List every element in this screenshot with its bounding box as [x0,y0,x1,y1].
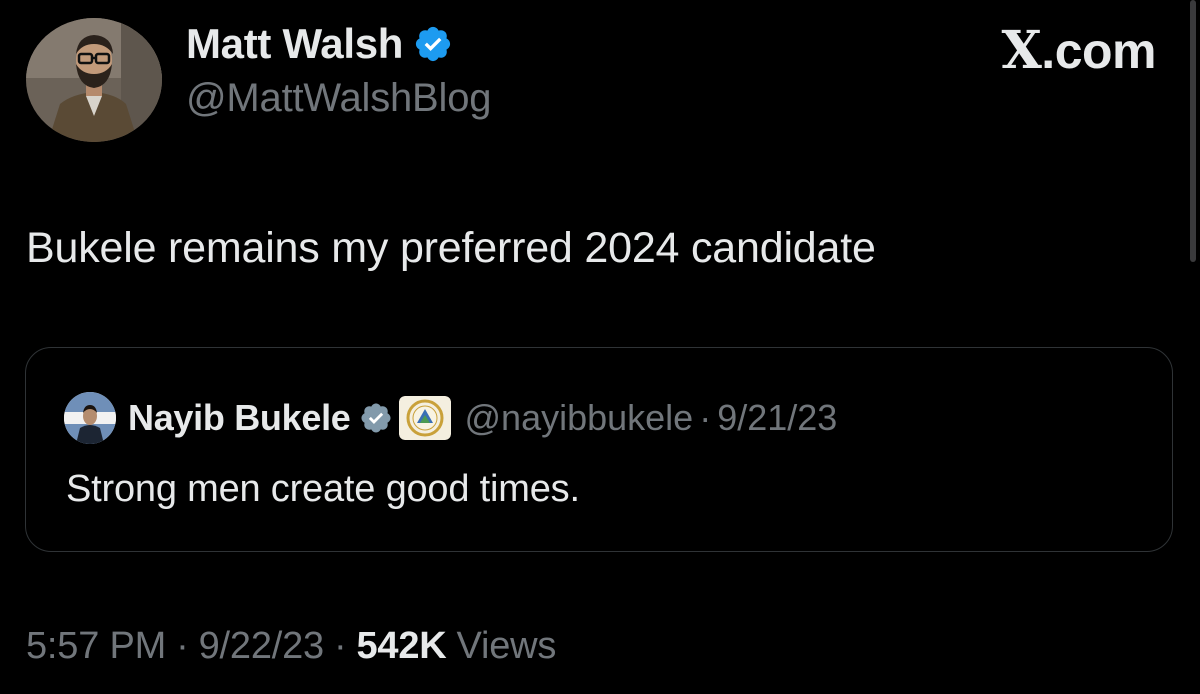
quoted-tweet-header: Nayib Bukele @nayibbukele · 9/21/23 [64,392,837,444]
scrollbar[interactable] [1190,0,1196,262]
el-salvador-coat-of-arms-icon[interactable] [398,396,451,440]
tweet-date[interactable]: 9/22/23 [199,625,325,668]
verified-badge-icon[interactable] [413,24,453,64]
quoted-tweet-date[interactable]: 9/21/23 [717,397,837,439]
quoted-author-handle[interactable]: @nayibbukele [465,397,694,439]
x-logo-icon: X [1001,20,1042,81]
quoted-author-name[interactable]: Nayib Bukele [128,397,351,439]
quoted-tweet-card[interactable]: Nayib Bukele @nayibbukele · 9/21/23 Stro… [25,347,1173,552]
verified-gray-badge-icon[interactable] [359,401,393,435]
author-name-row: Matt Walsh [186,16,491,72]
author-avatar[interactable] [26,18,162,142]
x-brand-watermark: X .com [1001,20,1156,81]
separator-dot: · [333,625,347,667]
separator-dot: · [176,625,189,667]
tweet-meta: 5:57 PM · 9/22/23 · 542K Views [26,625,556,668]
tweet-text: Bukele remains my preferred 2024 candida… [26,224,876,272]
quoted-tweet-text: Strong men create good times. [66,468,580,510]
views-count[interactable]: 542K [356,625,446,668]
author-block: Matt Walsh @MattWalshBlog [186,16,492,121]
tweet-container: Matt Walsh @MattWalshBlog X .com Bukele … [0,0,1200,694]
views-label: Views [456,625,557,667]
tweet-time[interactable]: 5:57 PM [26,625,166,668]
quoted-author-avatar[interactable] [64,392,116,444]
brand-domain: .com [1041,23,1156,79]
author-name[interactable]: Matt Walsh [186,20,403,68]
separator-dot: · [699,397,712,438]
author-handle[interactable]: @MattWalshBlog [186,76,492,121]
